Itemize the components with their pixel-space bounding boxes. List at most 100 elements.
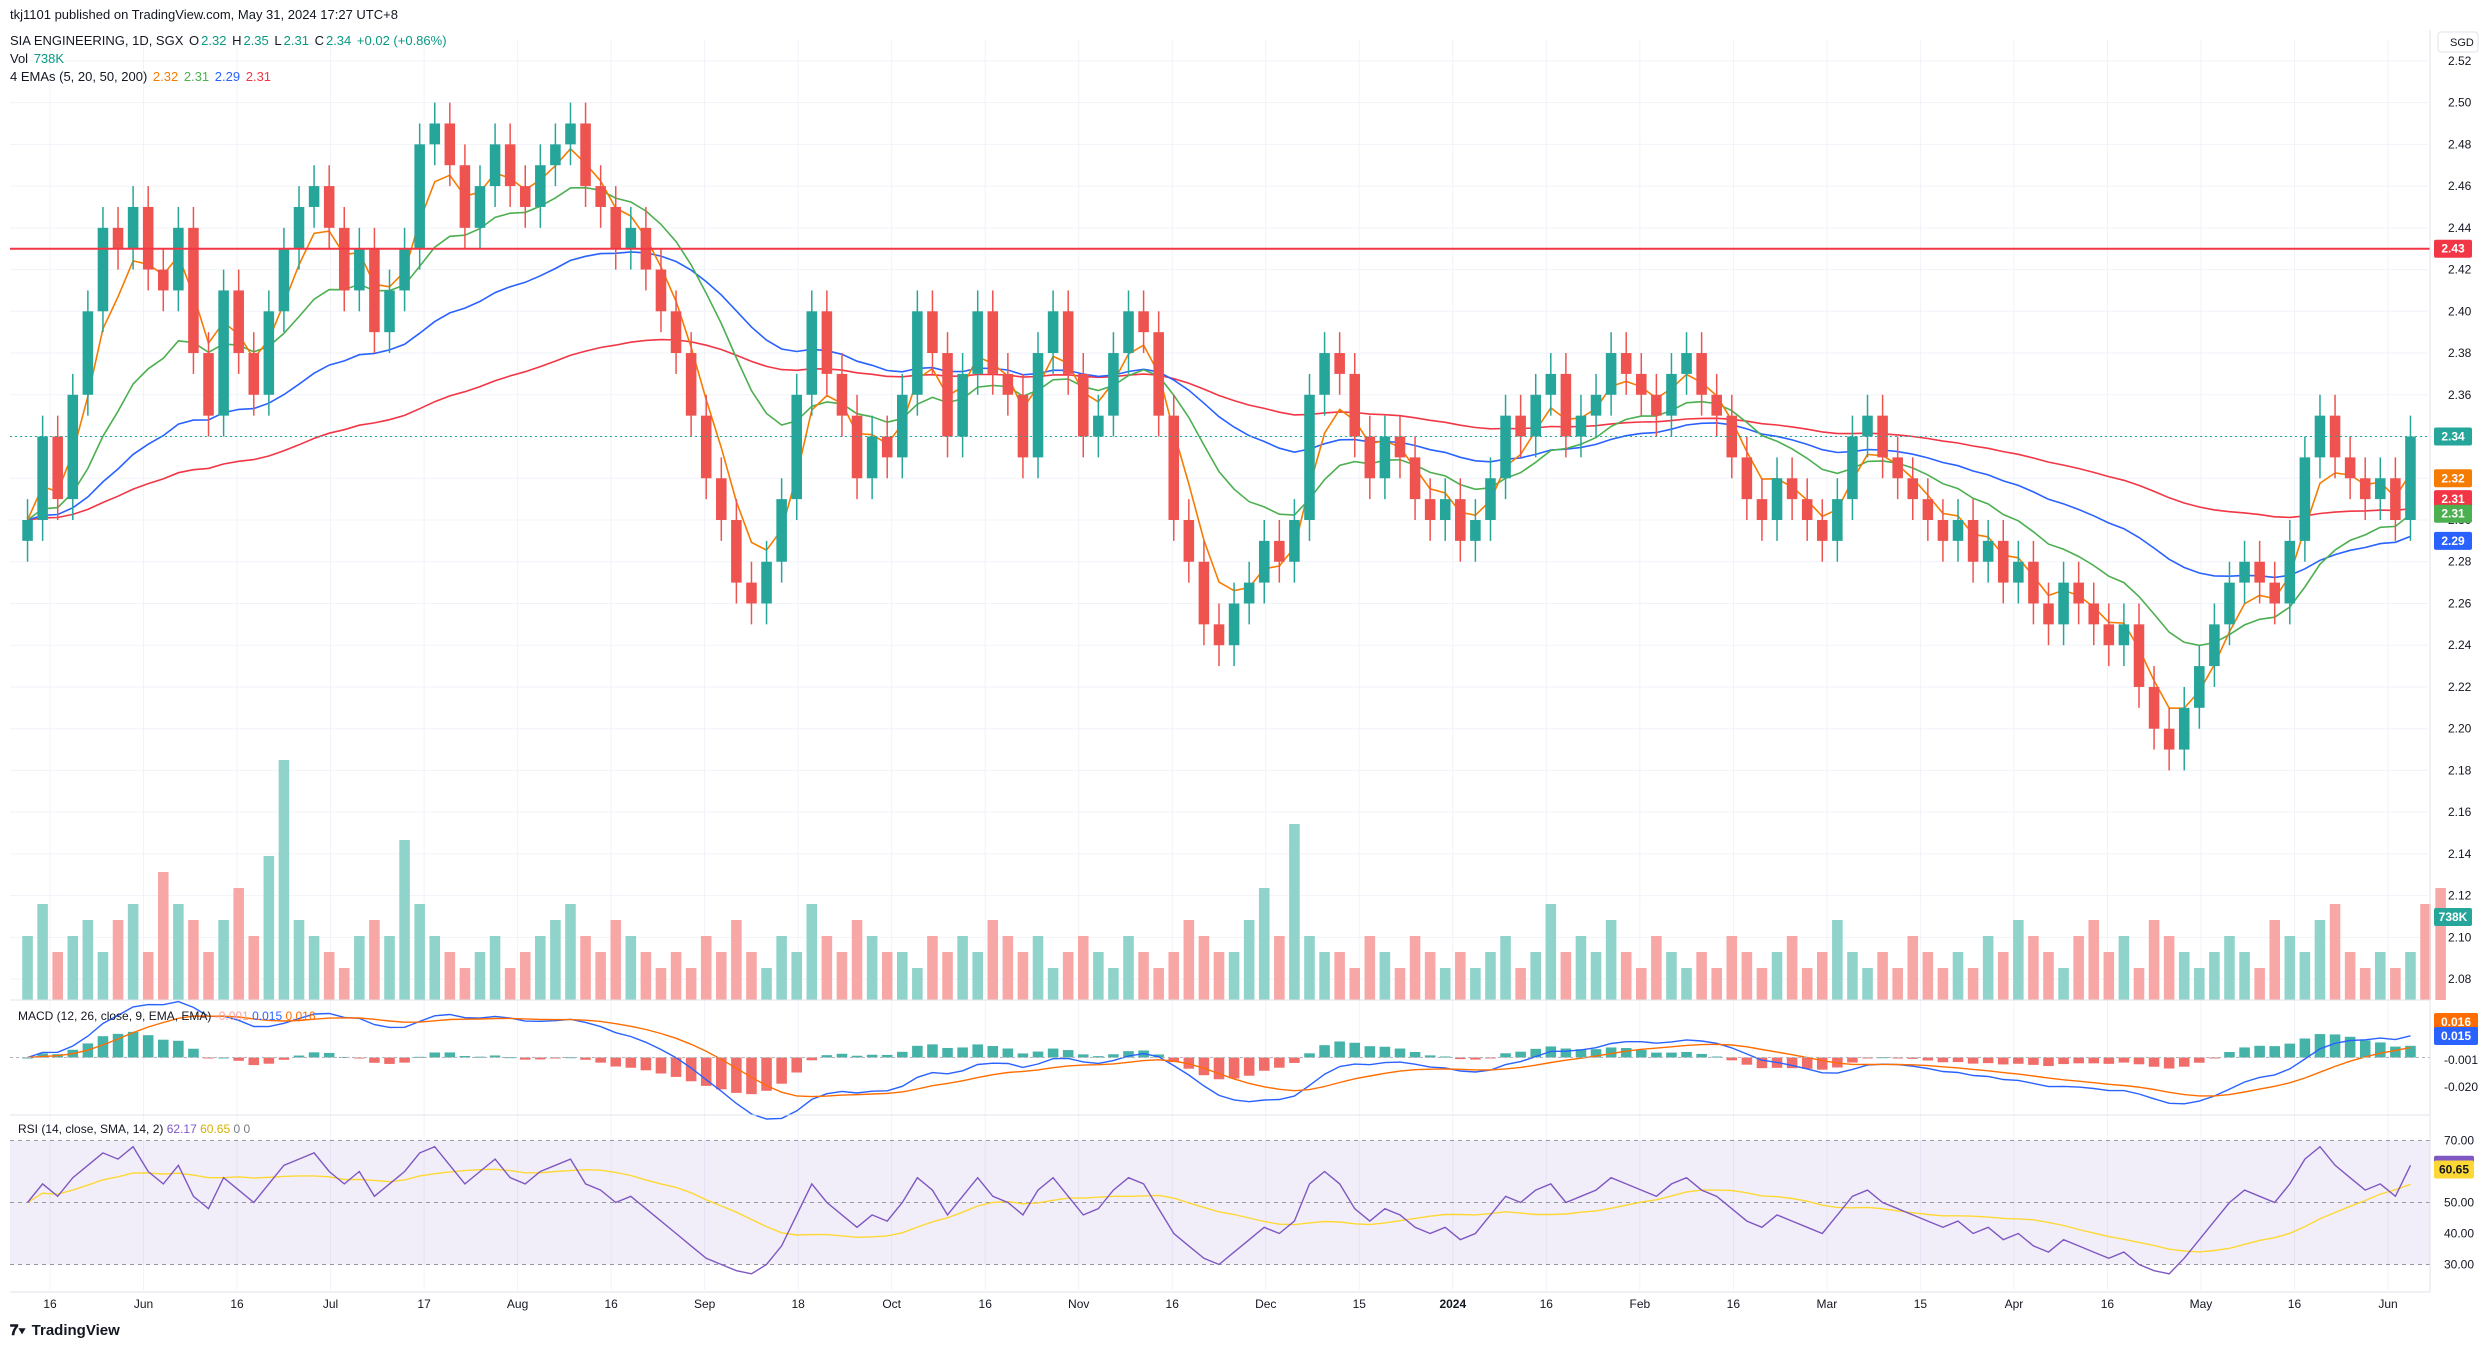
candle bbox=[1967, 499, 1979, 583]
chart-canvas[interactable]: 0.0160.015-0.001-0.020 70.0062.1760.6550… bbox=[0, 0, 2489, 1350]
volume-bar bbox=[1077, 936, 1089, 1000]
candle-body bbox=[2269, 582, 2281, 604]
time-axis[interactable]: 16 Jun 16 Jul 17 Aug 16 Sep 18 Oct 16 Nov 16 Dec 15 202… bbox=[10, 1291, 2430, 1311]
candle bbox=[1394, 415, 1406, 479]
volume-bar bbox=[1198, 936, 1210, 1000]
candle-body bbox=[52, 436, 63, 500]
candle bbox=[308, 165, 320, 228]
volume-bar bbox=[1892, 968, 1903, 1000]
rsi-legend[interactable]: RSI (14, close, SMA, 14, 2) 62.17 60.65 … bbox=[18, 1122, 250, 1136]
candle-body bbox=[82, 311, 94, 395]
macd-histogram-bar bbox=[2058, 1057, 2069, 1065]
price-axis[interactable]: 2.52 2.50 2.48 2.46 2.44 2.42 2.40 2.38 2.36 2.34… bbox=[2429, 30, 2479, 1292]
volume-bar bbox=[1560, 952, 1572, 1000]
time-tick-label: Aug bbox=[507, 1297, 528, 1311]
volume-bar bbox=[414, 904, 425, 1000]
volume-bar bbox=[595, 952, 606, 1000]
candle bbox=[2103, 603, 2115, 667]
volume-bar bbox=[1726, 936, 1738, 1000]
macd-histogram-bar bbox=[1681, 1051, 1692, 1058]
price-tick-label: 2.42 bbox=[2448, 263, 2472, 277]
candle-body bbox=[1605, 353, 1617, 395]
candle-body bbox=[1123, 311, 1134, 354]
candle bbox=[595, 165, 606, 228]
volume-bar bbox=[1982, 936, 1994, 1000]
candle-body bbox=[1062, 311, 1074, 374]
candle bbox=[670, 290, 682, 374]
candle bbox=[218, 269, 229, 437]
volume-value: 738K bbox=[33, 51, 65, 66]
volume-bar bbox=[2344, 952, 2356, 1000]
candle bbox=[504, 123, 516, 207]
candle-body bbox=[1289, 520, 1300, 562]
ema-legend[interactable]: 4 EMAs (5, 20, 50, 200) 2.32 2.31 2.29 2… bbox=[10, 68, 273, 86]
candle-body bbox=[1515, 415, 1526, 437]
candle bbox=[519, 165, 531, 228]
volume-bar bbox=[731, 920, 742, 1000]
candle-body bbox=[173, 227, 184, 291]
volume-bar bbox=[1485, 952, 1496, 1000]
volume-bar bbox=[1756, 968, 1768, 1000]
candle-body bbox=[1243, 582, 1255, 604]
volume-bar bbox=[1379, 952, 1391, 1000]
macd-histogram-bar bbox=[2359, 1040, 2371, 1058]
candle bbox=[263, 290, 275, 416]
candle bbox=[1470, 499, 1481, 562]
macd-histogram-bar bbox=[2178, 1057, 2190, 1067]
macd-histogram-bar bbox=[625, 1057, 637, 1068]
macd-histogram-bar bbox=[157, 1039, 169, 1058]
macd-legend[interactable]: MACD (12, 26, close, 9, EMA, EMA) -0.001… bbox=[18, 1009, 316, 1023]
macd-histogram-bar bbox=[1982, 1057, 1994, 1064]
volume-bar bbox=[1364, 936, 1376, 1000]
ohlc-legend[interactable]: SIA ENGINEERING, 1D, SGX O 2.32 H 2.35 L 2.… bbox=[10, 32, 449, 50]
candle-body bbox=[2103, 624, 2115, 646]
macd-histogram-bar bbox=[2314, 1034, 2326, 1058]
volume-legend[interactable]: Vol 738K bbox=[10, 50, 66, 68]
symbol-label[interactable]: SIA ENGINEERING, 1D, SGX bbox=[10, 33, 183, 48]
volume-bar bbox=[881, 952, 893, 1000]
candle-body bbox=[1032, 353, 1044, 458]
candle-body bbox=[1485, 478, 1496, 520]
open-label: O bbox=[189, 33, 200, 48]
hline-price-tag: 2.43 bbox=[2441, 242, 2465, 256]
candle-body bbox=[127, 206, 139, 249]
macd-histogram-bar bbox=[1515, 1051, 1526, 1058]
volume-bar bbox=[927, 936, 938, 1000]
macd-histogram-bar bbox=[1651, 1052, 1662, 1058]
macd-histogram-bar bbox=[1952, 1057, 1964, 1063]
rsi-tick-label: 40.00 bbox=[2444, 1227, 2474, 1241]
candle bbox=[1409, 436, 1421, 520]
candle-body bbox=[1138, 311, 1149, 333]
volume-bar bbox=[1470, 968, 1481, 1000]
price-tick-label: 2.20 bbox=[2448, 722, 2472, 736]
volume-bar bbox=[1274, 936, 1285, 1000]
volume-bar bbox=[987, 920, 999, 1000]
candle bbox=[1319, 332, 1330, 416]
volume-bar bbox=[1816, 952, 1828, 1000]
time-tick-label: May bbox=[2190, 1297, 2213, 1311]
macd-histogram-bar bbox=[640, 1057, 652, 1071]
tradingview-logo[interactable]: 𝟕▾ TradingView bbox=[10, 1322, 120, 1339]
volume-bar bbox=[1349, 968, 1361, 1000]
candle-body bbox=[2254, 561, 2265, 583]
macd-histogram-bar bbox=[1741, 1057, 1753, 1065]
time-tick-label: 16 bbox=[1727, 1297, 1741, 1311]
volume-bar bbox=[1877, 952, 1888, 1000]
volume-bar bbox=[1620, 952, 1632, 1000]
time-tick-label: 17 bbox=[417, 1297, 431, 1311]
macd-histogram-bar bbox=[2375, 1042, 2386, 1058]
volume-bar bbox=[1907, 936, 1919, 1000]
candle bbox=[2058, 561, 2069, 646]
candle-body bbox=[1741, 457, 1753, 500]
macd-histogram-bar bbox=[1801, 1057, 1813, 1069]
volume-bar bbox=[1997, 952, 2009, 1000]
candle-body bbox=[806, 311, 818, 395]
candle-body bbox=[2390, 478, 2401, 520]
price-tick-label: 2.50 bbox=[2448, 96, 2472, 110]
brand-text: TradingView bbox=[31, 1322, 120, 1339]
volume-bar bbox=[233, 888, 244, 1000]
macd-histogram-bar bbox=[972, 1044, 983, 1058]
macd-pane: 0.0160.015-0.001-0.020 bbox=[10, 999, 2478, 1120]
volume-bar bbox=[1108, 968, 1119, 1000]
volume-bar bbox=[2118, 936, 2130, 1000]
